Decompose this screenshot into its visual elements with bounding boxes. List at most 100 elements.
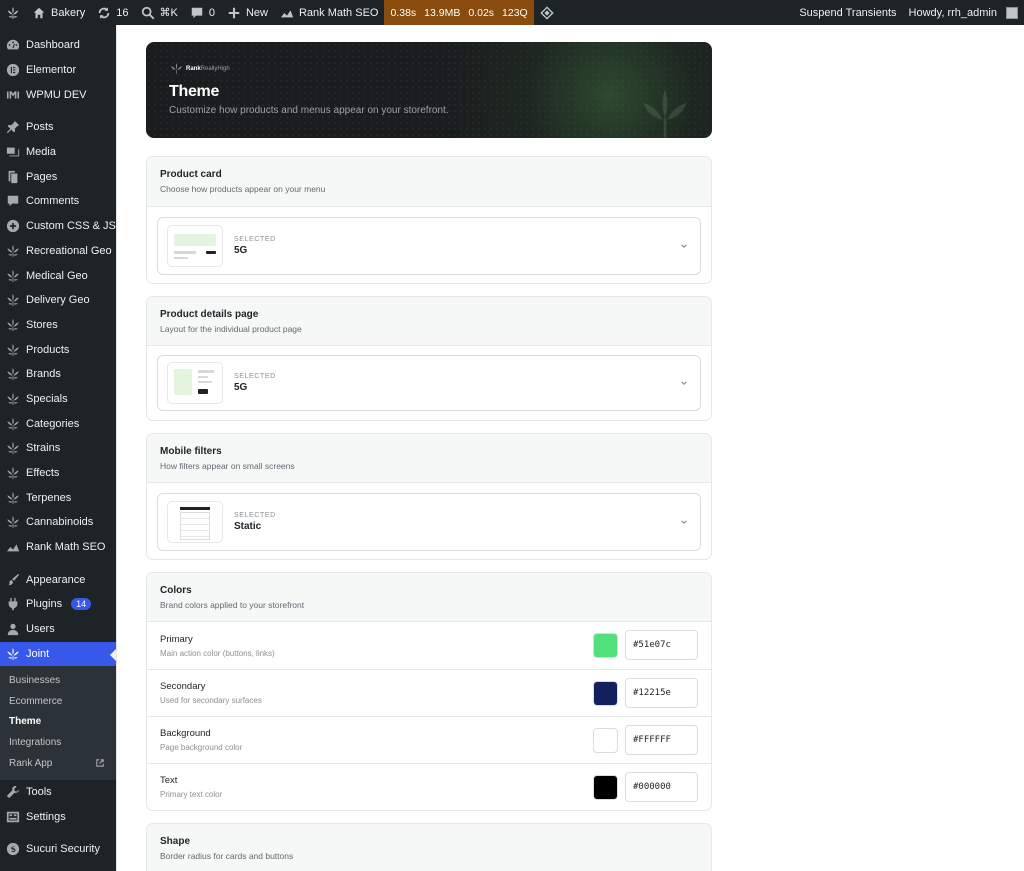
brush-icon bbox=[6, 573, 20, 587]
site-name-link[interactable]: Bakery bbox=[26, 0, 91, 25]
sidebar-item-users[interactable]: Users bbox=[0, 617, 116, 642]
leaf-icon bbox=[6, 318, 20, 332]
color-row-background: Background Page background color #FFFFFF bbox=[147, 716, 711, 763]
leaf-icon bbox=[6, 491, 20, 505]
section-description: Border radius for cards and buttons bbox=[160, 851, 294, 861]
selected-value: 5G bbox=[234, 245, 248, 256]
sidebar-item-categories[interactable]: Categories bbox=[0, 411, 116, 436]
color-swatch[interactable] bbox=[593, 633, 618, 658]
sidebar-item-joint[interactable]: Joint bbox=[0, 641, 116, 667]
color-swatch[interactable] bbox=[593, 681, 618, 706]
perf-memory: 13.9MB bbox=[424, 6, 461, 19]
layout-thumbnail bbox=[167, 501, 223, 543]
diamond-menu-link[interactable] bbox=[534, 0, 560, 25]
sidebar-item-label: Brands bbox=[26, 368, 61, 381]
updates-link[interactable]: 16 bbox=[91, 0, 134, 25]
color-help: Main action color (buttons, links) bbox=[160, 648, 275, 658]
selected-value: Static bbox=[234, 521, 262, 532]
sidebar-item-wpmu-dev[interactable]: WPMU DEV bbox=[0, 82, 116, 107]
rank-math-link[interactable]: Rank Math SEO bbox=[274, 0, 384, 25]
wpmudev-icon bbox=[6, 88, 20, 102]
submenu-item-theme[interactable]: Theme bbox=[0, 712, 116, 733]
leaf-icon bbox=[6, 417, 20, 431]
sidebar-item-recreational-geo[interactable]: Recreational Geo bbox=[0, 239, 116, 264]
sidebar-item-label: Media bbox=[26, 146, 56, 159]
color-row-text: Text Primary text color #000000 bbox=[147, 763, 711, 810]
color-row-secondary: Secondary Used for secondary surfaces #122… bbox=[147, 669, 711, 716]
selected-value: 5G bbox=[234, 382, 248, 393]
sidebar-item-label: Effects bbox=[26, 467, 60, 480]
sidebar-item-label: Categories bbox=[26, 417, 80, 430]
leaf-icon bbox=[6, 367, 20, 381]
submenu-item-label: Rank App bbox=[9, 757, 53, 769]
sidebar-item-strains[interactable]: Strains bbox=[0, 436, 116, 461]
product-details-section: Product details page Layout for the indi… bbox=[146, 296, 712, 421]
layout-thumbnail bbox=[167, 225, 223, 267]
page-title: Theme bbox=[169, 83, 220, 100]
logo-text-b: ReallyHigh bbox=[200, 65, 230, 72]
sidebar-item-label: Stores bbox=[26, 318, 58, 331]
search-shortcut[interactable]: ⌘K bbox=[135, 0, 184, 25]
sidebar-item-posts[interactable]: Posts bbox=[0, 115, 116, 140]
leaf-icon bbox=[6, 6, 20, 20]
sidebar-item-effects[interactable]: Effects bbox=[0, 461, 116, 486]
submenu-item-businesses[interactable]: Businesses bbox=[0, 670, 116, 691]
suspend-transients-link[interactable]: Suspend Transients bbox=[793, 0, 902, 25]
hex-input[interactable]: #000000 bbox=[625, 772, 698, 802]
submenu-item-rank-app[interactable]: Rank App bbox=[0, 753, 116, 774]
sidebar-item-brands[interactable]: Brands bbox=[0, 362, 116, 387]
hex-input[interactable]: #51e07c bbox=[625, 630, 698, 660]
section-title: Shape bbox=[160, 836, 191, 847]
sidebar-item-label: Appearance bbox=[26, 573, 86, 586]
leaf-icon bbox=[6, 466, 20, 480]
leaf-icon bbox=[6, 515, 20, 529]
sidebar-item-media[interactable]: Media bbox=[0, 140, 116, 165]
hex-input[interactable]: #12215e bbox=[625, 678, 698, 708]
sidebar-item-terpenes[interactable]: Terpenes bbox=[0, 485, 116, 510]
sidebar-item-stores[interactable]: Stores bbox=[0, 313, 116, 338]
sidebar-item-label: Recreational Geo bbox=[26, 244, 112, 257]
sidebar-item-appearance[interactable]: Appearance bbox=[0, 567, 116, 592]
sidebar-item-cannabinoids[interactable]: Cannabinoids bbox=[0, 510, 116, 535]
plus-icon bbox=[227, 6, 241, 20]
avatar bbox=[1006, 6, 1018, 19]
sidebar-item-delivery-geo[interactable]: Delivery Geo bbox=[0, 288, 116, 313]
sidebar-item-tools[interactable]: Tools bbox=[0, 780, 116, 805]
mobile-filters-select[interactable]: SELECTED Static bbox=[157, 493, 701, 551]
query-monitor-link[interactable]: 0.38s 13.9MB 0.02s 123Q bbox=[384, 0, 534, 25]
color-help: Used for secondary surfaces bbox=[160, 696, 262, 705]
sidebar-item-dashboard[interactable]: Dashboard bbox=[0, 33, 116, 58]
brand-logo: RankReallyHigh bbox=[170, 63, 230, 74]
sidebar-item-pages[interactable]: Pages bbox=[0, 164, 116, 189]
comments-link[interactable]: 0 bbox=[184, 0, 221, 25]
page-icon bbox=[6, 170, 20, 184]
submenu-item-integrations[interactable]: Integrations bbox=[0, 732, 116, 753]
updates-count: 16 bbox=[116, 6, 129, 19]
sidebar-item-label: Comments bbox=[26, 195, 80, 208]
sidebar-item-elementor[interactable]: Elementor bbox=[0, 58, 116, 83]
rank-math-label: Rank Math SEO bbox=[298, 6, 379, 19]
sidebar-item-plugins[interactable]: Plugins 14 bbox=[0, 592, 116, 617]
product-card-select[interactable]: SELECTED 5G bbox=[157, 217, 701, 275]
sidebar-item-comments[interactable]: Comments bbox=[0, 189, 116, 214]
media-icon bbox=[6, 145, 20, 159]
sidebar-item-custom-css-js[interactable]: Custom CSS & JS bbox=[0, 214, 116, 239]
hex-input[interactable]: #FFFFFF bbox=[625, 725, 698, 755]
color-help: Primary text color bbox=[160, 790, 223, 799]
my-account-link[interactable]: Howdy, rrh_admin bbox=[903, 0, 1024, 25]
sidebar-item-sucuri-security[interactable]: Sucuri Security bbox=[0, 837, 116, 862]
color-swatch[interactable] bbox=[593, 775, 618, 800]
new-content-link[interactable]: New bbox=[221, 0, 274, 25]
sidebar-item-rank-math-seo[interactable]: Rank Math SEO bbox=[0, 535, 116, 560]
color-swatch[interactable] bbox=[593, 728, 618, 753]
external-link-icon bbox=[96, 759, 104, 768]
site-name: Bakery bbox=[51, 6, 86, 19]
sidebar-item-settings[interactable]: Settings bbox=[0, 804, 116, 829]
rankmath-icon bbox=[280, 6, 294, 20]
submenu-item-ecommerce[interactable]: Ecommerce bbox=[0, 691, 116, 712]
sidebar-item-medical-geo[interactable]: Medical Geo bbox=[0, 263, 116, 288]
product-details-select[interactable]: SELECTED 5G bbox=[157, 355, 701, 411]
sidebar-item-specials[interactable]: Specials bbox=[0, 387, 116, 412]
wp-logo-button[interactable] bbox=[0, 0, 26, 25]
sidebar-item-products[interactable]: Products bbox=[0, 337, 116, 362]
